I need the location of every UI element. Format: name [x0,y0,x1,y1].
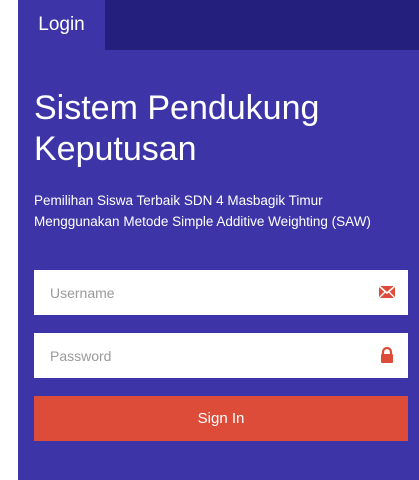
username-field [34,270,408,315]
sign-in-button[interactable]: Sign In [34,396,408,441]
tab-login[interactable]: Login [18,0,105,50]
lock-icon [378,346,396,363]
username-input[interactable] [34,270,354,315]
password-field [34,333,408,378]
login-panel: Login Sistem Pendukung Keputusan Pemilih… [18,0,419,480]
envelope-icon [378,284,396,300]
page-subtitle: Pemilihan Siswa Terbaik SDN 4 Masbagik T… [34,193,371,229]
password-input[interactable] [34,333,354,378]
tab-bar: Login [18,0,419,50]
page-title: Sistem Pendukung Keputusan [34,89,320,168]
